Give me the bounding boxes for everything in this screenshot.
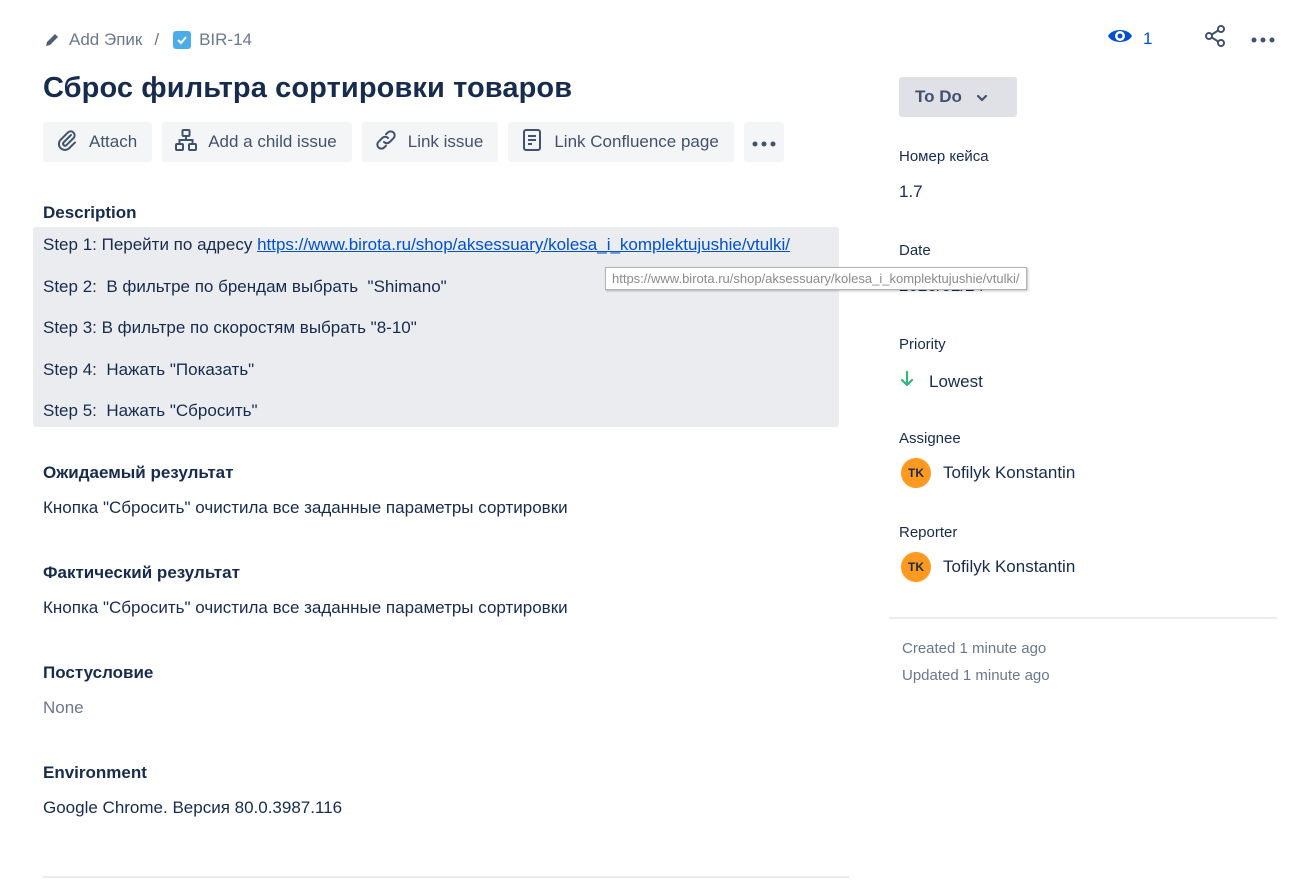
status-dropdown[interactable]: To Do	[899, 77, 1017, 117]
hierarchy-icon	[174, 128, 198, 157]
reporter-name: Tofilyk Konstantin	[943, 557, 1076, 576]
more-icon	[752, 132, 776, 152]
paperclip-icon	[55, 128, 79, 157]
watch-button[interactable]: 1	[1107, 26, 1187, 51]
assignee-name: Tofilyk Konstantin	[943, 463, 1076, 482]
attach-label: Attach	[89, 132, 138, 151]
document-icon	[520, 128, 544, 157]
add-child-issue-label: Add a child issue	[208, 132, 337, 151]
postcondition-value[interactable]: None	[43, 698, 84, 718]
issue-actions: 1	[1107, 24, 1283, 53]
description-step-5: Step 5: Нажать "Сбросить"	[43, 401, 258, 420]
description-step-3: Step 3: В фильтре по скоростям выбрать "…	[43, 318, 417, 337]
description-step-2: Step 2: В фильтре по брендам выбрать "Sh…	[43, 277, 447, 296]
link-icon	[374, 128, 398, 157]
priority-text: Lowest	[929, 371, 983, 391]
link-confluence-button[interactable]: Link Confluence page	[508, 122, 734, 162]
checkbox-icon	[173, 31, 192, 49]
link-confluence-label: Link Confluence page	[554, 132, 719, 151]
watch-count: 1	[1143, 28, 1153, 48]
chevron-down-icon	[976, 87, 988, 107]
content-divider	[43, 876, 849, 878]
breadcrumb: Add Эпик / BIR-14	[43, 28, 252, 52]
reporter-label: Reporter	[899, 524, 958, 541]
sidebar-divider	[889, 617, 1277, 619]
expected-result-value[interactable]: Кнопка "Сбросить" очистила все заданные …	[43, 498, 568, 518]
eye-icon	[1107, 26, 1133, 51]
reporter-value[interactable]: TK Tofilyk Konstantin	[901, 552, 1075, 582]
arrow-down-icon	[899, 370, 915, 393]
avatar: TK	[901, 552, 931, 582]
environment-value[interactable]: Google Chrome. Версия 80.0.3987.116	[43, 798, 342, 818]
breadcrumb-issue[interactable]: BIR-14	[173, 30, 252, 50]
issue-toolbar: Attach Add a child issue Link issue Link…	[43, 122, 784, 162]
pencil-icon	[43, 31, 61, 49]
created-time: Created 1 minute ago	[902, 640, 1047, 657]
expected-result-label: Ожидаемый результат	[43, 463, 234, 482]
link-tooltip: https://www.birota.ru/shop/aksessuary/ko…	[605, 267, 1027, 290]
assignee-label: Assignee	[899, 430, 961, 447]
assignee-value[interactable]: TK Tofilyk Konstantin	[901, 458, 1075, 488]
avatar: TK	[901, 458, 931, 488]
date-label: Date	[899, 242, 931, 259]
link-issue-button[interactable]: Link issue	[361, 122, 499, 162]
step-1-text: Step 1: Перейти по адресу	[43, 235, 258, 254]
description-step-1: Step 1: Перейти по адресу https://www.bi…	[43, 235, 790, 255]
more-icon	[1251, 30, 1275, 48]
share-button[interactable]	[1187, 24, 1243, 53]
actual-result-label: Фактический результат	[43, 563, 240, 582]
postcondition-label: Постусловие	[43, 663, 154, 682]
description-label: Description	[43, 203, 137, 222]
link-issue-label: Link issue	[407, 132, 484, 151]
breadcrumb-parent-label: Add Эпик	[69, 30, 143, 49]
toolbar-more-button[interactable]	[743, 122, 784, 162]
status-label: To Do	[915, 87, 962, 106]
case-number-label: Номер кейса	[899, 148, 989, 165]
breadcrumb-parent[interactable]: Add Эпик	[43, 30, 142, 50]
priority-value[interactable]: Lowest	[899, 370, 983, 393]
more-actions-button[interactable]	[1243, 30, 1283, 48]
share-icon	[1203, 24, 1227, 53]
add-child-issue-button[interactable]: Add a child issue	[162, 122, 352, 162]
step-1-link[interactable]: https://www.birota.ru/shop/aksessuary/ko…	[257, 235, 790, 254]
breadcrumb-issue-key: BIR-14	[199, 30, 252, 49]
breadcrumb-separator: /	[154, 30, 160, 49]
case-number-value[interactable]: 1.7	[899, 182, 923, 202]
issue-title[interactable]: Сброс фильтра сортировки товаров	[43, 72, 572, 105]
description-step-4: Step 4: Нажать "Показать"	[43, 360, 255, 379]
priority-label: Priority	[899, 336, 946, 353]
environment-label: Environment	[43, 763, 147, 782]
case-number-text: 1.7	[899, 182, 923, 201]
attach-button[interactable]: Attach	[43, 122, 153, 162]
updated-time: Updated 1 minute ago	[902, 667, 1050, 684]
actual-result-value[interactable]: Кнопка "Сбросить" очистила все заданные …	[43, 598, 568, 618]
